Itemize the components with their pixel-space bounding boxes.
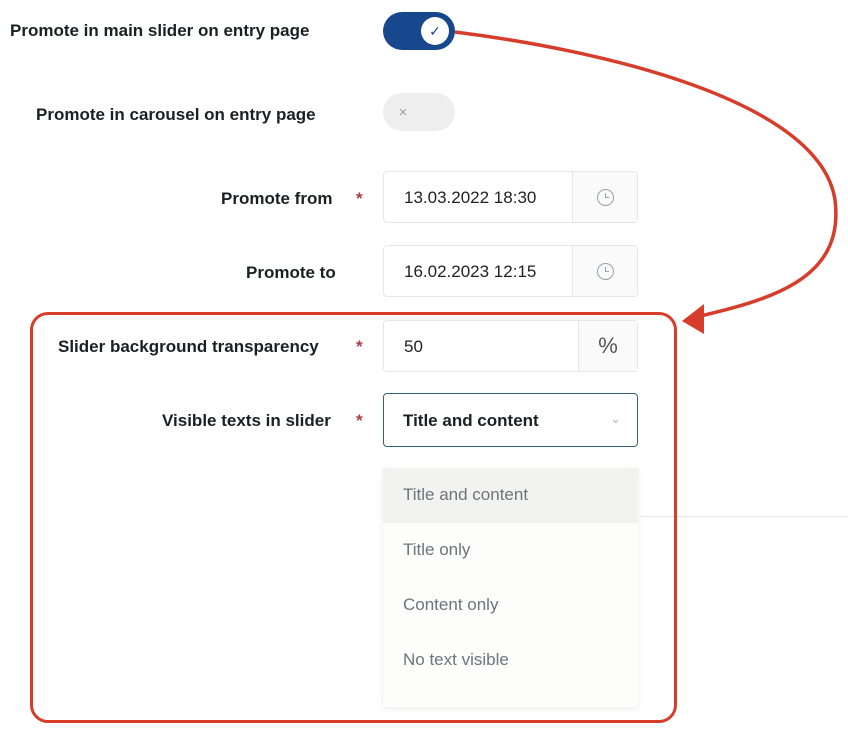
annotation-arrow	[454, 30, 838, 334]
